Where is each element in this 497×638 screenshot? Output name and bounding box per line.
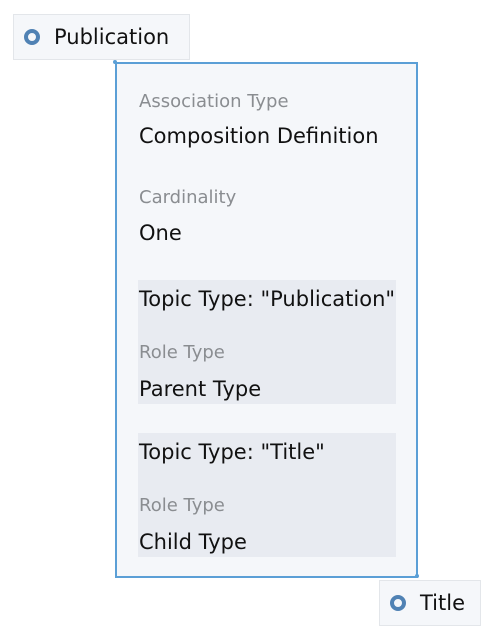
cardinality-value: One [139,221,182,245]
connector-dot-target [415,574,419,578]
topic-node-publication[interactable]: Publication [13,14,190,60]
association-type-value: Composition Definition [139,124,379,148]
topic-node-label: Title [420,591,466,615]
role-box-child[interactable]: Topic Type: "Title" Role Type Child Type [138,433,396,557]
association-type-label: Association Type [139,91,289,112]
topic-circle-icon [24,29,40,45]
role-type-value: Parent Type [139,377,262,401]
cardinality-label: Cardinality [139,187,237,208]
role-type-label: Role Type [139,342,225,363]
role-topic-type: Topic Type: "Title" [139,440,325,464]
topic-node-label: Publication [54,25,170,49]
association-card[interactable]: Association Type Composition Definition … [115,62,418,578]
topic-node-title[interactable]: Title [379,580,481,626]
role-type-value: Child Type [139,530,247,554]
role-type-label: Role Type [139,495,225,516]
role-topic-type: Topic Type: "Publication" [139,287,396,311]
role-box-parent[interactable]: Topic Type: "Publication" Role Type Pare… [138,280,396,404]
topic-circle-icon [390,595,406,611]
